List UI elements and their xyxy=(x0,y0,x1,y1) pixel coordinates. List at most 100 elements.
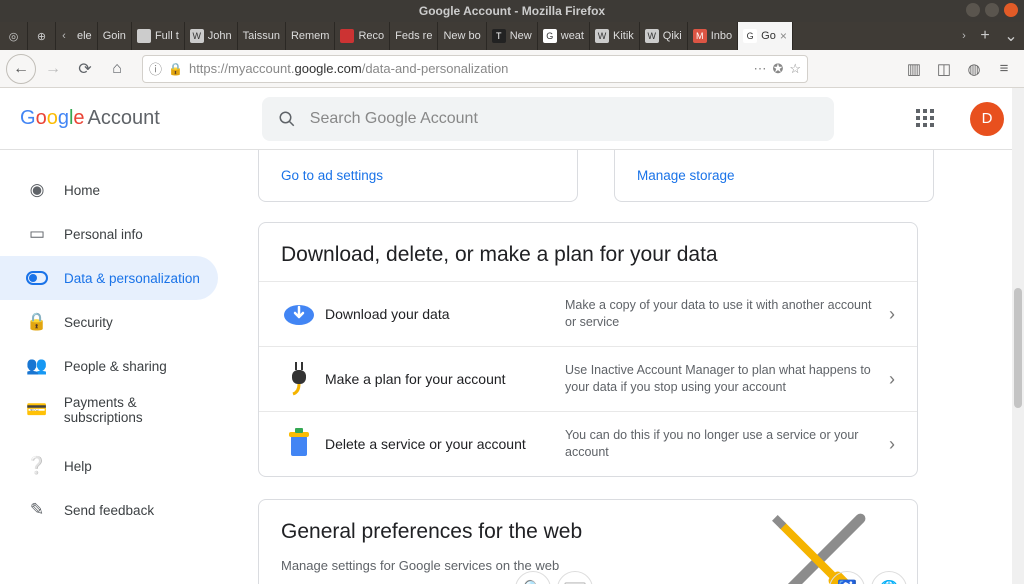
tab-scroll-left[interactable]: ‹ xyxy=(56,22,72,50)
wiki-icon: W xyxy=(595,29,609,43)
window-close-button[interactable] xyxy=(1004,3,1018,17)
card-icon: 💳 xyxy=(26,400,48,420)
user-circle-icon: ◉ xyxy=(26,180,48,200)
library-icon[interactable]: ▥ xyxy=(900,54,928,84)
sidebar-icon[interactable]: ◫ xyxy=(930,54,958,84)
back-button[interactable]: ← xyxy=(6,54,36,84)
account-avatar[interactable]: D xyxy=(970,102,1004,136)
search-input[interactable]: Search Google Account xyxy=(262,97,834,141)
extension-button[interactable]: ◎ xyxy=(0,22,28,50)
app-root: Google Account Search Google Account D ◉… xyxy=(0,88,1024,584)
extension-button-2[interactable]: ⊕ xyxy=(28,22,56,50)
help-icon: ❔ xyxy=(26,456,48,476)
ad-settings-link[interactable]: Go to ad settings xyxy=(281,168,383,183)
new-tab-button[interactable]: + xyxy=(972,27,998,45)
google-account-logo[interactable]: Google Account xyxy=(20,107,160,130)
list-tabs-button[interactable]: ⌄ xyxy=(998,26,1024,46)
download-cloud-icon xyxy=(275,292,323,336)
sidebar-item-data-personalization[interactable]: Data & personalization xyxy=(0,256,218,300)
gmail-icon: M xyxy=(693,29,707,43)
option-download-data[interactable]: Download your data Make a copy of your d… xyxy=(259,281,917,346)
feedback-icon: ✎ xyxy=(26,500,48,520)
ad-settings-card[interactable]: Go to ad settings xyxy=(258,150,578,202)
option-make-plan[interactable]: Make a plan for your account Use Inactiv… xyxy=(259,346,917,411)
sidebar-item-home[interactable]: ◉ Home xyxy=(0,168,218,212)
window-titlebar: Google Account - Mozilla Firefox xyxy=(0,0,1024,22)
people-icon: 👥 xyxy=(26,356,48,376)
sidebar-item-people-sharing[interactable]: 👥 People & sharing xyxy=(0,344,218,388)
pref-icon-row: 🔍 ⌨ ♿ 🌐 xyxy=(739,571,907,584)
lock-icon: 🔒 xyxy=(26,312,48,332)
manage-storage-card[interactable]: Manage storage xyxy=(614,150,934,202)
tab-scroll-right[interactable]: › xyxy=(956,22,972,50)
tab[interactable]: Feds re xyxy=(390,22,438,50)
favicon xyxy=(137,29,151,43)
chevron-right-icon: › xyxy=(883,369,901,390)
browser-tabstrip: ◎ ⊕ ‹ ele Goin Full t WJohn Taissun Reme… xyxy=(0,22,1024,50)
tab[interactable]: New bo xyxy=(438,22,486,50)
favicon: T xyxy=(492,29,506,43)
tab-close-icon[interactable]: × xyxy=(780,29,787,43)
tab[interactable]: Goin xyxy=(98,22,132,50)
sidebar-item-payments[interactable]: 💳 Payments & subscriptions xyxy=(0,388,218,432)
option-delete-service[interactable]: Delete a service or your account You can… xyxy=(259,411,917,476)
sidebar-item-security[interactable]: 🔒 Security xyxy=(0,300,218,344)
url-text: https://myaccount.google.com/data-and-pe… xyxy=(189,61,508,76)
window-maximize-button[interactable] xyxy=(985,3,999,17)
window-minimize-button[interactable] xyxy=(966,3,980,17)
sidebar: ◉ Home ▭ Personal info Data & personaliz… xyxy=(0,150,258,584)
favicon xyxy=(340,29,354,43)
tab[interactable]: WJohn xyxy=(185,22,238,50)
tab[interactable]: Taissun xyxy=(238,22,286,50)
sidebar-item-feedback[interactable]: ✎ Send feedback xyxy=(0,488,218,532)
app-header: Google Account Search Google Account D xyxy=(0,88,1024,150)
page-action-icon[interactable]: ⋯ xyxy=(753,61,766,77)
option-title: Make a plan for your account xyxy=(325,371,563,387)
option-desc: You can do this if you no longer use a s… xyxy=(565,427,881,461)
vertical-scrollbar[interactable] xyxy=(1012,88,1024,584)
tab[interactable]: Full t xyxy=(132,22,185,50)
chevron-right-icon: › xyxy=(883,304,901,325)
globe-pref-icon[interactable]: 🌐 xyxy=(871,571,907,584)
browser-navbar: ← → ⟳ ⌂ ⓘ 🔒 https://myaccount.google.com… xyxy=(0,50,1024,88)
general-preferences-section: General preferences for the web Manage s… xyxy=(258,499,918,584)
tab[interactable]: WQiki xyxy=(640,22,688,50)
lock-icon: 🔒 xyxy=(168,62,183,76)
id-card-icon: ▭ xyxy=(26,224,48,244)
tab[interactable]: TNew xyxy=(487,22,538,50)
url-bar[interactable]: ⓘ 🔒 https://myaccount.google.com/data-an… xyxy=(142,55,808,83)
google-apps-icon[interactable] xyxy=(916,109,936,129)
home-button[interactable]: ⌂ xyxy=(102,54,132,84)
option-desc: Use Inactive Account Manager to plan wha… xyxy=(565,362,881,396)
tabs-container: ele Goin Full t WJohn Taissun Remem Reco… xyxy=(72,22,956,50)
tab[interactable]: Reco xyxy=(335,22,390,50)
main-content: Go to ad settings Manage storage Downloa… xyxy=(258,150,1024,584)
forward-button[interactable]: → xyxy=(38,54,68,84)
tab[interactable]: Remem xyxy=(286,22,336,50)
navbar-right: ▥ ◫ ◍ ≡ xyxy=(900,54,1018,84)
sidebar-item-personal-info[interactable]: ▭ Personal info xyxy=(0,212,218,256)
scrollbar-thumb[interactable] xyxy=(1014,288,1022,408)
sidebar-item-help[interactable]: ❔ Help xyxy=(0,444,218,488)
plug-icon xyxy=(275,357,323,401)
addon-icon[interactable]: ◍ xyxy=(960,54,988,84)
tab-active[interactable]: GGo× xyxy=(738,22,793,50)
tab[interactable]: ele xyxy=(72,22,98,50)
tab[interactable]: WKitik xyxy=(590,22,640,50)
search-placeholder: Search Google Account xyxy=(310,110,478,128)
site-info-icon[interactable]: ⓘ xyxy=(149,59,162,78)
tab[interactable]: MInbo xyxy=(688,22,738,50)
tab[interactable]: Gweat xyxy=(538,22,590,50)
manage-storage-link[interactable]: Manage storage xyxy=(637,168,735,183)
google-icon: G xyxy=(743,29,757,43)
reader-icon[interactable]: ✪ xyxy=(772,61,783,77)
window-controls xyxy=(966,3,1018,17)
menu-icon[interactable]: ≡ xyxy=(990,54,1018,84)
google-icon: G xyxy=(543,29,557,43)
wiki-icon: W xyxy=(645,29,659,43)
accessibility-pref-icon[interactable]: ♿ xyxy=(829,571,865,584)
reload-button[interactable]: ⟳ xyxy=(70,54,100,84)
option-title: Download your data xyxy=(325,306,563,322)
bookmark-icon[interactable]: ☆ xyxy=(789,61,801,77)
option-desc: Make a copy of your data to use it with … xyxy=(565,297,881,331)
